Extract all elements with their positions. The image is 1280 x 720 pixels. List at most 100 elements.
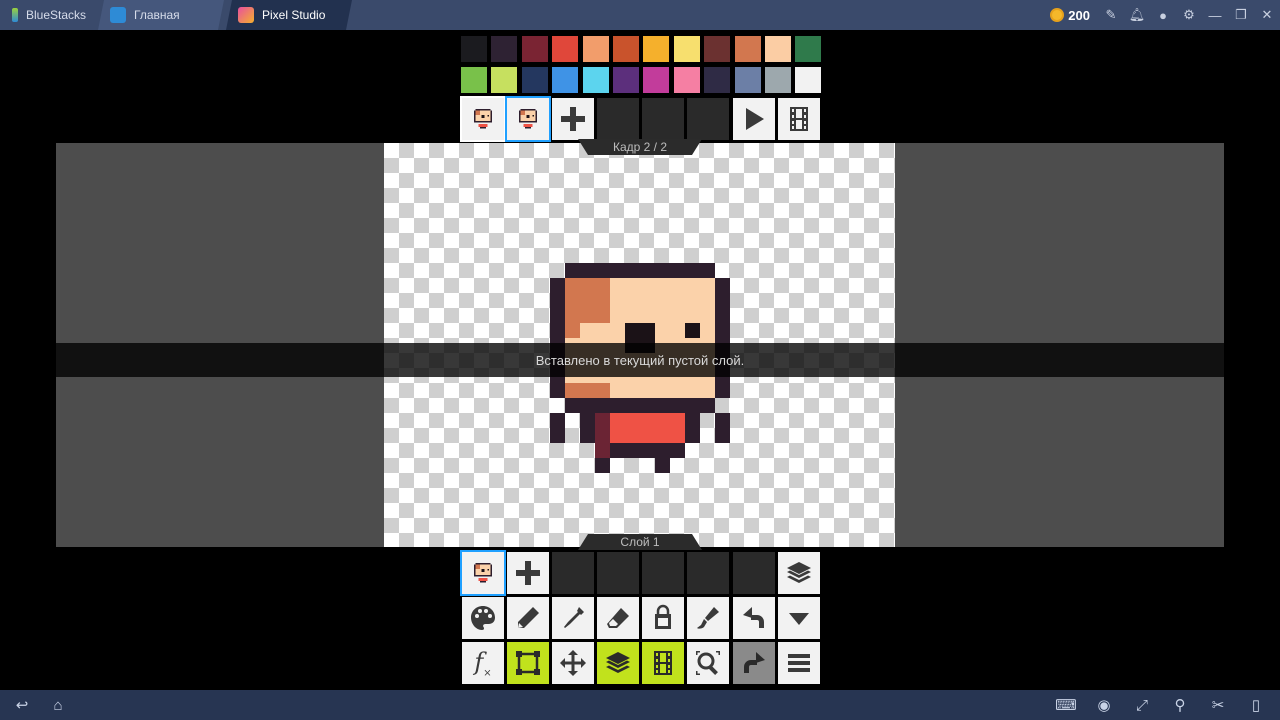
palette-swatch[interactable]: [583, 67, 609, 93]
effects-button[interactable]: f×: [462, 642, 504, 684]
bluestacks-tab[interactable]: BlueStacks: [0, 0, 98, 30]
palette-swatch[interactable]: [704, 67, 730, 93]
animation-settings-button[interactable]: [778, 98, 820, 140]
brush-icon: [697, 607, 719, 629]
close-icon[interactable]: ✕: [1254, 0, 1280, 30]
selection-icon: [516, 651, 540, 675]
frame-thumbnail-icon: [519, 108, 537, 128]
window-titlebar: BlueStacks Главная Pixel Studio 200 ✎ 🔔︎…: [0, 0, 1280, 30]
empty-frame-slot: [642, 98, 684, 140]
animation-toggle-button[interactable]: [642, 642, 684, 684]
restore-icon[interactable]: ❐: [1228, 0, 1254, 30]
palette-swatch[interactable]: [795, 36, 821, 62]
palette-swatch[interactable]: [583, 36, 609, 62]
palette-swatch[interactable]: [795, 67, 821, 93]
add-frame-button[interactable]: [552, 98, 594, 140]
more-tools-dropdown[interactable]: [778, 597, 820, 639]
palette-swatch[interactable]: [461, 67, 487, 93]
palette-swatch[interactable]: [735, 67, 761, 93]
bell-icon[interactable]: 🔔︎: [1124, 0, 1150, 30]
palette-swatch[interactable]: [522, 67, 548, 93]
fill-tool-button[interactable]: [642, 597, 684, 639]
palette-swatch[interactable]: [643, 67, 669, 93]
layer-thumb-1[interactable]: [460, 550, 506, 596]
account-icon[interactable]: ●: [1150, 0, 1176, 30]
palette-swatch[interactable]: [613, 36, 639, 62]
back-icon[interactable]: ↩: [4, 690, 40, 720]
layers-toggle-button[interactable]: [597, 642, 639, 684]
home-nav-icon[interactable]: ⌂: [40, 690, 76, 720]
eyedropper-icon: [564, 607, 584, 628]
coin-balance[interactable]: 200: [1050, 8, 1090, 23]
frame-thumbnail-icon: [474, 108, 492, 128]
palette-swatch[interactable]: [735, 36, 761, 62]
coin-icon: [1050, 8, 1065, 22]
palette-swatch[interactable]: [461, 36, 487, 62]
move-icon: [560, 650, 586, 676]
film-icon: [790, 107, 808, 131]
palette-swatch[interactable]: [674, 36, 700, 62]
palette-swatch[interactable]: [765, 36, 791, 62]
tab-home[interactable]: Главная: [98, 0, 224, 30]
toast-message: Вставлено в текущий пустой слой.: [56, 343, 1224, 377]
palette-swatch[interactable]: [765, 67, 791, 93]
palette-swatch[interactable]: [552, 67, 578, 93]
main-menu-button[interactable]: [778, 642, 820, 684]
tab-pixel-studio-label: Pixel Studio: [262, 8, 326, 22]
layers-icon: [606, 652, 630, 673]
undo-icon: [743, 607, 764, 628]
palette-swatch[interactable]: [674, 67, 700, 93]
frame-thumb-2[interactable]: [505, 96, 551, 142]
brand-label: BlueStacks: [25, 8, 86, 22]
eraser-tool-button[interactable]: [597, 597, 639, 639]
undo-button[interactable]: [733, 597, 775, 639]
app-area: Кадр 2 / 2 Слой 1 Вставлено в текущий пу…: [0, 30, 1280, 690]
keyboard-icon[interactable]: ⌨: [1048, 690, 1084, 720]
palette-swatch[interactable]: [491, 67, 517, 93]
palette-swatch[interactable]: [613, 67, 639, 93]
layer-name-label: Слой 1: [578, 534, 702, 550]
palette-swatch[interactable]: [552, 36, 578, 62]
eyedropper-tool-button[interactable]: [552, 597, 594, 639]
play-icon: [746, 108, 764, 130]
minimize-icon[interactable]: —: [1202, 0, 1228, 30]
empty-frame-slot: [687, 98, 729, 140]
scissors-icon[interactable]: ✂: [1200, 690, 1236, 720]
layers-panel-button[interactable]: [778, 552, 820, 594]
palette-swatch[interactable]: [643, 36, 669, 62]
add-layer-button[interactable]: [507, 552, 549, 594]
pin-icon[interactable]: ✎: [1098, 0, 1124, 30]
frame-counter-label: Кадр 2 / 2: [578, 139, 702, 155]
menu-icon: [788, 654, 810, 672]
gear-icon[interactable]: ⚙: [1176, 0, 1202, 30]
play-animation-button[interactable]: [733, 98, 775, 140]
tab-home-label: Главная: [134, 8, 180, 22]
brush-tool-button[interactable]: [687, 597, 729, 639]
plus-icon: [516, 561, 540, 585]
palette-swatch[interactable]: [491, 36, 517, 62]
selection-tool-button[interactable]: [507, 642, 549, 684]
palette-tool-button[interactable]: [462, 597, 504, 639]
eraser-icon: [607, 608, 629, 628]
tab-pixel-studio[interactable]: Pixel Studio: [226, 0, 352, 30]
empty-layer-slot: [687, 552, 729, 594]
palette-swatch[interactable]: [522, 36, 548, 62]
location-icon[interactable]: ⚲: [1162, 690, 1198, 720]
redo-button[interactable]: [733, 642, 775, 684]
coin-count: 200: [1068, 7, 1090, 23]
redo-icon: [744, 652, 765, 673]
bluestacks-logo-icon: [12, 8, 18, 22]
eye-icon[interactable]: ◉: [1086, 690, 1122, 720]
empty-layer-slot: [597, 552, 639, 594]
pencil-icon: [518, 607, 539, 628]
frame-thumb-1[interactable]: [460, 96, 506, 142]
palette-swatch[interactable]: [704, 36, 730, 62]
fullscreen-icon[interactable]: ⤢: [1124, 690, 1160, 720]
zoom-tool-button[interactable]: [687, 642, 729, 684]
empty-layer-slot: [552, 552, 594, 594]
move-tool-button[interactable]: [552, 642, 594, 684]
bucket-icon: [655, 604, 671, 629]
rotate-icon[interactable]: ▯: [1238, 690, 1274, 720]
home-icon: [110, 7, 126, 23]
pencil-tool-button[interactable]: [507, 597, 549, 639]
